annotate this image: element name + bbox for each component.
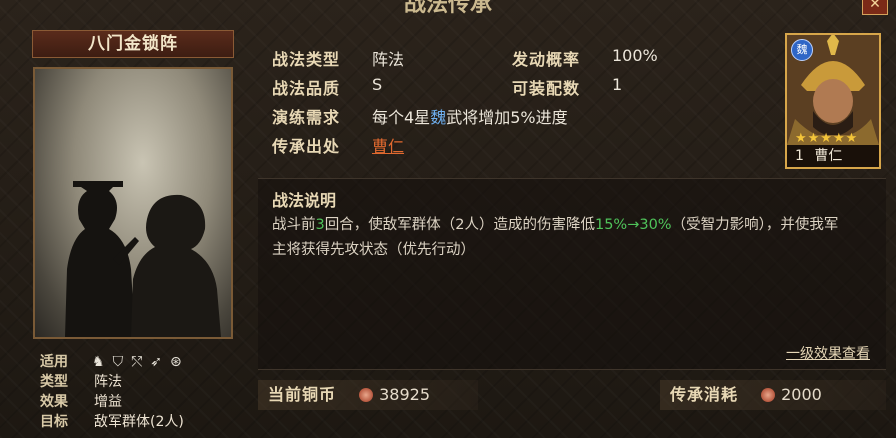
current-coins-field: 当前铜币 38925 — [258, 380, 478, 410]
general-card[interactable]: 魏 ★★★★★ 1 曹仁 — [785, 33, 881, 169]
general-name-bar: 1 曹仁 — [787, 145, 879, 167]
info-value: S — [372, 75, 383, 94]
attr-value: 敌军群体(2人) — [94, 414, 184, 430]
cost-label: 传承消耗 — [670, 385, 739, 404]
info-value: 100% — [612, 46, 658, 65]
general-name: 曹仁 — [814, 148, 843, 164]
faction-badge: 魏 — [791, 39, 813, 61]
info-value: 阵法 — [372, 50, 405, 69]
info-requirement: 演练需求 每个4星魏武将增加5%进度 — [272, 104, 568, 128]
bow-icon: ⤲ — [131, 354, 143, 370]
attr-row-applicable: 适用 ♞ ⛉ ⤲ ➶ ⊛ — [40, 352, 184, 372]
info-source: 传承出处 曹仁 — [272, 133, 404, 157]
info-rate: 发动概率 100% — [512, 46, 658, 70]
source-general-link[interactable]: 曹仁 — [372, 133, 404, 157]
attr-value: 阵法 — [94, 374, 122, 390]
attr-row-target: 目标 敌军群体(2人) — [40, 412, 184, 432]
figures-silhouette — [65, 181, 221, 337]
troop-icons: ♞ ⛉ ⤲ ➶ ⊛ — [92, 352, 182, 372]
req-suffix: 武将增加5%进度 — [446, 108, 568, 127]
spear-icon: ➶ — [150, 354, 162, 370]
info-label: 发动概率 — [512, 50, 581, 69]
description-title: 战法说明 — [272, 191, 337, 210]
description-panel: 战法说明 战斗前3回合，使敌军群体（2人）造成的伤害降低15%→30%（受智力影… — [258, 178, 886, 370]
info-label: 战法品质 — [272, 79, 341, 98]
skill-name: 八门金锁阵 — [32, 30, 234, 58]
info-value: 每个4星魏武将增加5%进度 — [372, 104, 568, 128]
req-faction: 魏 — [430, 108, 447, 127]
attr-row-type: 类型 阵法 — [40, 372, 184, 392]
coin-icon — [359, 388, 374, 402]
attr-value: 增益 — [94, 394, 122, 410]
cavalry-icon: ♞ — [92, 354, 105, 370]
info-slots: 可装配数 1 — [512, 75, 622, 99]
skill-artwork — [33, 67, 233, 339]
attr-key: 类型 — [40, 374, 68, 390]
attr-row-effect: 效果 增益 — [40, 392, 184, 412]
desc-part: 回合，使敌军群体（2人）造成的伤害降低 — [324, 217, 595, 233]
close-button[interactable]: ✕ — [862, 0, 888, 15]
coins-label: 当前铜币 — [268, 385, 337, 404]
desc-rounds: 3 — [315, 217, 325, 233]
effects-view-link[interactable]: 一级效果查看 — [786, 343, 870, 363]
general-stars: ★★★★★ — [795, 131, 859, 146]
attr-key: 适用 — [40, 354, 68, 370]
info-label: 演练需求 — [272, 108, 341, 127]
attr-key: 效果 — [40, 394, 68, 410]
coins-value: 38925 — [379, 385, 431, 404]
general-level: 1 — [795, 148, 804, 164]
siege-icon: ⊛ — [170, 354, 182, 370]
skill-attributes: 适用 ♞ ⛉ ⤲ ➶ ⊛ 类型 阵法 效果 增益 目标 敌军群体(2人) — [40, 352, 184, 432]
inherit-cost-field: 传承消耗 2000 — [660, 380, 886, 410]
coin-icon — [761, 388, 776, 402]
info-quality: 战法品质 S — [272, 75, 382, 99]
info-label: 可装配数 — [512, 79, 581, 98]
info-value: 1 — [612, 75, 623, 94]
desc-part: 战斗前 — [272, 217, 316, 233]
desc-range: 15%→30% — [594, 217, 672, 233]
description-text: 战斗前3回合，使敌军群体（2人）造成的伤害降低15%→30%（受智力影响），并使… — [272, 213, 852, 263]
info-type: 战法类型 阵法 — [272, 46, 404, 70]
info-label: 战法类型 — [272, 50, 341, 69]
attr-key: 目标 — [40, 414, 68, 430]
window-title: 战法传承 — [403, 0, 492, 17]
req-prefix: 每个4星 — [372, 108, 431, 127]
cost-value: 2000 — [781, 385, 822, 404]
info-label: 传承出处 — [272, 137, 341, 156]
shield-icon: ⛉ — [112, 354, 124, 370]
